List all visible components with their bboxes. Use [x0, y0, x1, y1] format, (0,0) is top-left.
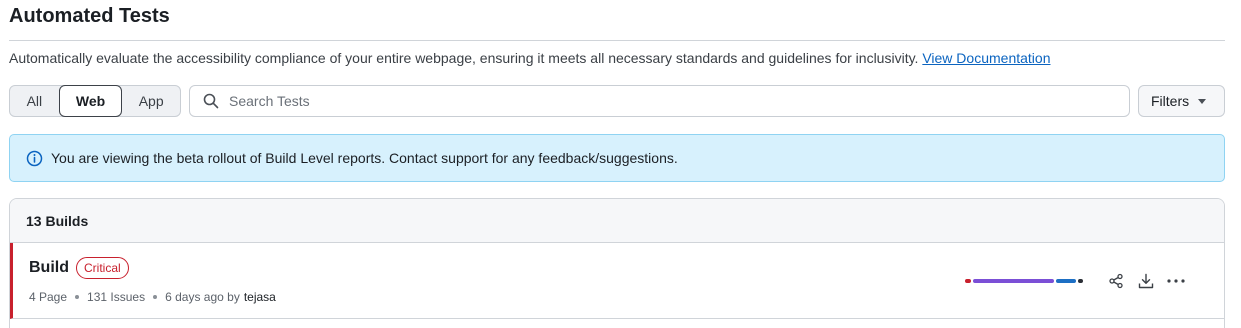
view-documentation-link[interactable]: View Documentation	[922, 50, 1050, 66]
separator-dot	[75, 295, 80, 299]
more-options-icon[interactable]	[1166, 271, 1186, 291]
description-text: Automatically evaluate the accessibility…	[9, 50, 919, 66]
banner-text: You are viewing the beta rollout of Buil…	[51, 150, 678, 166]
separator-dot	[153, 295, 158, 299]
issue-count: 131 Issues	[87, 290, 146, 304]
page-title: Automated Tests	[9, 5, 170, 27]
caret-down-icon	[1198, 98, 1207, 104]
builds-count: 13 Builds	[10, 199, 1224, 243]
tab-web[interactable]: Web	[58, 85, 123, 117]
severity-segment-serious	[973, 279, 1054, 283]
platform-segmented-control: All Web App	[9, 85, 181, 117]
builds-panel: 13 Builds Build Critical 4 Page 131 Issu…	[9, 198, 1225, 328]
info-icon	[26, 150, 43, 166]
build-name: Build	[29, 259, 69, 276]
filters-button[interactable]: Filters	[1138, 85, 1225, 117]
row-actions	[1106, 271, 1196, 291]
search-box	[189, 85, 1130, 117]
severity-distribution-bar	[965, 279, 1086, 283]
build-meta: 4 Page 131 Issues 6 days ago by tejasa	[29, 290, 276, 304]
page-description: Automatically evaluate the accessibility…	[9, 50, 1050, 66]
search-input[interactable]	[229, 93, 1109, 109]
build-row[interactable]: Build Critical 4 Page 131 Issues 6 days …	[10, 243, 1224, 319]
severity-segment-minor	[1078, 279, 1083, 283]
build-time: 6 days ago by	[165, 290, 240, 304]
severity-segment-moderate	[1056, 279, 1076, 283]
build-author: tejasa	[243, 290, 276, 304]
tab-app[interactable]: App	[122, 86, 180, 116]
download-icon[interactable]	[1136, 271, 1156, 291]
page-count: 4 Page	[29, 290, 68, 304]
share-icon[interactable]	[1106, 271, 1126, 291]
search-icon	[203, 93, 219, 109]
tab-all[interactable]: All	[10, 86, 59, 116]
title-divider	[9, 40, 1225, 41]
severity-badge: Critical	[76, 257, 129, 279]
severity-segment-critical	[965, 279, 971, 283]
info-banner: You are viewing the beta rollout of Buil…	[9, 134, 1225, 182]
filters-label: Filters	[1151, 93, 1190, 109]
